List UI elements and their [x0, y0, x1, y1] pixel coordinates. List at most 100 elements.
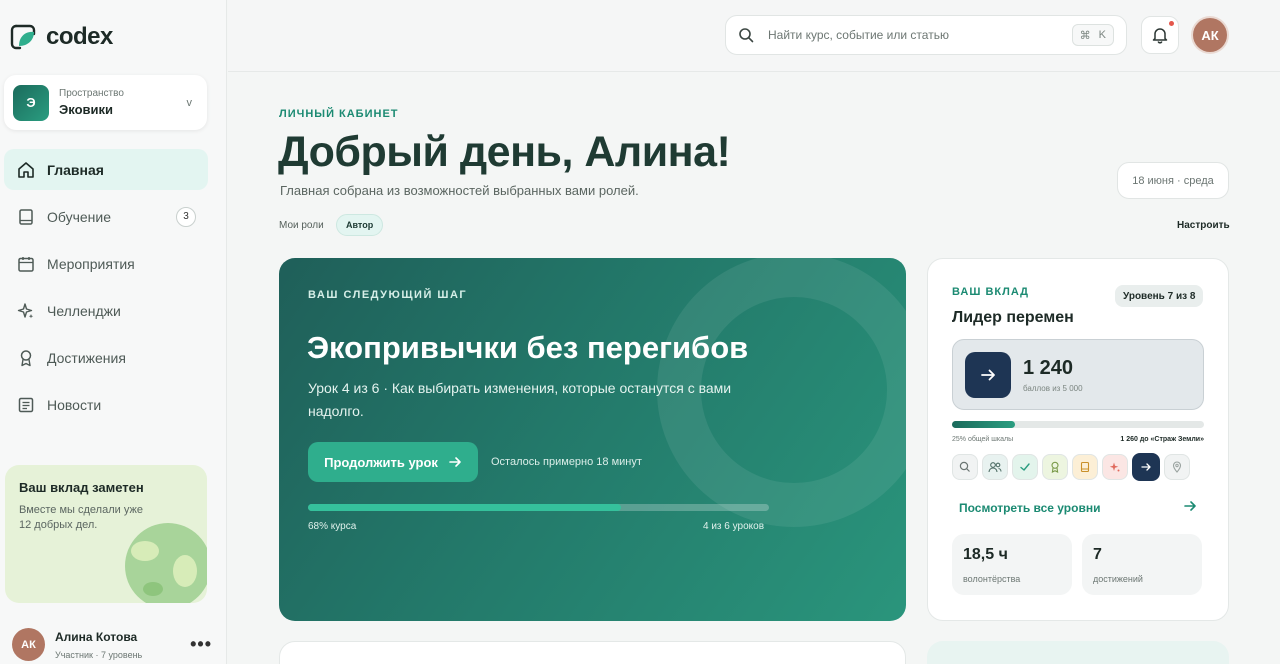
configure-link[interactable]: Настроить	[1177, 220, 1230, 231]
arrow-right-icon	[449, 457, 461, 467]
next-level-remaining: 1 260 до «Страж Земли»	[1120, 436, 1204, 443]
page-title: Добрый день, Алина!	[278, 128, 731, 176]
score-subtitle: баллов из 5 000	[1023, 383, 1083, 393]
level-step[interactable]	[952, 454, 978, 480]
roles-label: Мои роли	[279, 220, 324, 231]
avatar: АК	[12, 628, 45, 661]
lessons-count: 4 из 6 уроков	[703, 521, 765, 532]
level-progress-fill	[952, 421, 1015, 428]
sidebar-item-learning[interactable]: Обучение 3	[4, 196, 208, 237]
role-chip[interactable]: Автор	[336, 214, 384, 236]
arrow-right-icon[interactable]	[1183, 499, 1197, 513]
score-value: 1 240	[1023, 356, 1074, 379]
level-step[interactable]	[1072, 454, 1098, 480]
sidebar-nav: Главная Обучение 3 Мероприятия Челленджи	[4, 149, 208, 431]
calendar-icon	[16, 254, 36, 274]
stat-value: 18,5 ч	[963, 546, 1008, 563]
book-icon	[1080, 461, 1090, 473]
level-step[interactable]	[982, 454, 1008, 480]
pin-icon	[1172, 461, 1182, 473]
level-step-locked[interactable]	[1164, 454, 1190, 480]
impact-promo-card: Ваш вклад заметен Вместе мы сделали уже …	[5, 465, 207, 603]
stat-label: волонтёрства	[963, 574, 1021, 584]
stat-value: 7	[1093, 546, 1102, 563]
workspace-switcher[interactable]: Э Пространство Эковики v	[4, 75, 207, 130]
chevron-down-icon: v	[186, 96, 193, 109]
sidebar-item-label: Достижения	[47, 349, 126, 366]
page-subtitle: Главная собрана из возможностей выбранны…	[280, 183, 639, 198]
home-icon	[16, 160, 36, 180]
date-chip: 18 июня · среда	[1117, 162, 1229, 199]
stat-label: достижений	[1093, 574, 1143, 584]
search-input[interactable]	[768, 28, 1072, 42]
all-levels-link[interactable]: Посмотреть все уровни	[959, 501, 1100, 515]
sidebar-item-home[interactable]: Главная	[4, 149, 208, 190]
promo-title: Ваш вклад заметен	[19, 480, 144, 495]
search-icon	[739, 28, 754, 43]
course-progress-fill	[308, 504, 622, 511]
search-bar[interactable]: ⌘ K	[725, 15, 1127, 55]
workspace-avatar: Э	[13, 84, 49, 121]
leaf-logo-icon	[10, 24, 36, 50]
newspaper-icon	[16, 395, 36, 415]
bell-icon	[1152, 28, 1168, 44]
level-step[interactable]	[1012, 454, 1038, 480]
count-badge: 3	[176, 206, 196, 227]
more-options-icon[interactable]: •••	[190, 634, 212, 655]
level-progress-bar	[952, 421, 1204, 428]
award-icon	[1051, 461, 1059, 473]
sidebar-item-achievements[interactable]: Достижения	[4, 337, 208, 378]
stat-volunteer-hours: 18,5 ч волонтёрства	[952, 534, 1072, 595]
brand-name: codex	[46, 23, 113, 50]
sidebar-item-label: Челленджи	[47, 302, 121, 319]
sidebar-item-challenges[interactable]: Челленджи	[4, 290, 208, 331]
user-subtitle: Участник · 7 уровень	[55, 649, 143, 660]
scale-percent: 25% общей шкалы	[952, 436, 1014, 443]
workspace-name: Эковики	[59, 102, 114, 117]
continue-lesson-button[interactable]: Продолжить урок	[308, 442, 478, 482]
command-key-icon: ⌘	[1079, 29, 1091, 42]
sidebar-item-label: Мероприятия	[47, 255, 135, 272]
sidebar-item-label: Обучение	[47, 208, 112, 225]
shortcut-key: K	[1098, 29, 1106, 41]
course-progress-bar	[308, 504, 769, 511]
arrow-right-icon	[1141, 463, 1151, 471]
level-badge: Уровень 7 из 8	[1115, 285, 1204, 307]
next-step-card: ВАШ СЛЕДУЮЩИЙ ШАГ Экопривычки без переги…	[279, 258, 906, 621]
award-icon	[16, 348, 36, 368]
score-arrow-button[interactable]	[965, 351, 1011, 398]
page-eyebrow: ЛИЧНЫЙ КАБИНЕТ	[279, 108, 399, 120]
topbar: ⌘ K АК	[228, 0, 1280, 72]
sidebar-item-news[interactable]: Новости	[4, 384, 208, 425]
stat-achievements: 7 достижений	[1082, 534, 1202, 595]
workspace-label: Пространство	[59, 88, 124, 99]
check-icon	[1020, 463, 1030, 471]
level-step-current[interactable]	[1132, 453, 1160, 481]
sidebar-item-events[interactable]: Мероприятия	[4, 243, 208, 284]
time-left: Осталось примерно 18 минут	[491, 456, 642, 468]
sidebar: codex Э Пространство Эковики v Главная О…	[0, 0, 227, 664]
user-profile[interactable]: АК Алина Котова Участник · 7 уровень •••	[12, 628, 212, 661]
course-progress-label: 68% курса	[308, 521, 357, 532]
level-step[interactable]	[1102, 454, 1128, 480]
sparkle-icon	[16, 301, 36, 321]
avatar[interactable]: АК	[1193, 18, 1227, 52]
level-step[interactable]	[1042, 454, 1068, 480]
user-name: Алина Котова	[55, 629, 138, 644]
next-card-peek	[927, 641, 1229, 664]
brand-logo[interactable]: codex	[10, 22, 113, 52]
contribution-card: ВАШ ВКЛАД Уровень 7 из 8 Лидер перемен 1…	[927, 258, 1229, 621]
sparkle-icon	[1109, 462, 1120, 472]
search-icon	[959, 461, 970, 472]
button-label: Продолжить урок	[324, 454, 438, 470]
next-card-peek	[279, 641, 906, 664]
notifications-button[interactable]	[1141, 16, 1179, 54]
book-icon	[16, 207, 36, 227]
users-icon	[988, 462, 1002, 473]
hero-eyebrow: ВАШ СЛЕДУЮЩИЙ ШАГ	[308, 289, 468, 301]
keyboard-shortcut: ⌘ K	[1071, 24, 1114, 46]
arrow-right-icon	[981, 369, 995, 380]
level-title: Лидер перемен	[952, 309, 1074, 326]
notification-dot	[1169, 21, 1174, 26]
level-icons	[952, 453, 1190, 481]
